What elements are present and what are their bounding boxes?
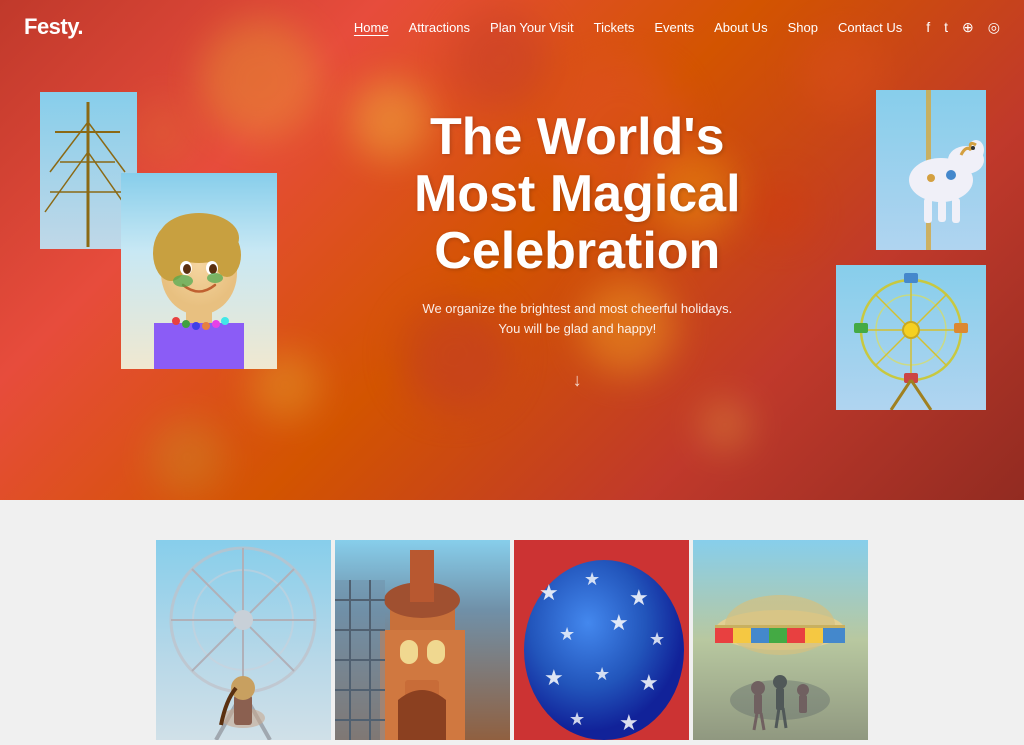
carousel-horse-photo: [876, 90, 986, 250]
svg-text:★: ★: [639, 670, 659, 695]
site-logo[interactable]: Festy.: [24, 14, 83, 40]
scroll-down-arrow[interactable]: ↓: [414, 370, 741, 391]
nav-about-us[interactable]: About Us: [714, 20, 767, 35]
nav-shop[interactable]: Shop: [788, 20, 818, 35]
svg-text:★: ★: [594, 664, 610, 684]
social-icons: f t ⊕ ◎: [926, 19, 1000, 36]
pinterest-icon[interactable]: ⊕: [962, 19, 974, 36]
gallery-item-3[interactable]: ★ ★ ★ ★ ★ ★ ★ ★ ★ ★ ★: [514, 540, 689, 740]
svg-text:★: ★: [569, 709, 585, 729]
main-nav: Home Attractions Plan Your Visit Tickets…: [354, 20, 902, 35]
twitter-icon[interactable]: t: [944, 19, 948, 35]
gallery-item-1[interactable]: [156, 540, 331, 740]
hero-subtitle: We organize the brightest and most cheer…: [414, 298, 741, 340]
nav-home[interactable]: Home: [354, 20, 389, 35]
instagram-icon[interactable]: ◎: [988, 19, 1000, 36]
nav-plan-your-visit[interactable]: Plan Your Visit: [490, 20, 574, 35]
gallery-section: ★ ★ ★ ★ ★ ★ ★ ★ ★ ★ ★: [0, 500, 1024, 745]
svg-text:★: ★: [629, 585, 649, 610]
site-header: Festy. Home Attractions Plan Your Visit …: [0, 0, 1024, 54]
svg-text:★: ★: [539, 580, 559, 605]
svg-text:★: ★: [544, 665, 564, 690]
facebook-icon[interactable]: f: [926, 19, 930, 35]
nav-contact-us[interactable]: Contact Us: [838, 20, 902, 35]
nav-attractions[interactable]: Attractions: [409, 20, 470, 35]
svg-text:★: ★: [559, 624, 575, 644]
hero-title: The World'sMost MagicalCelebration: [414, 109, 741, 281]
gallery-item-4[interactable]: [693, 540, 868, 740]
nav-tickets[interactable]: Tickets: [594, 20, 635, 35]
svg-text:★: ★: [609, 610, 629, 635]
child-photo: [121, 173, 277, 369]
gallery-item-2[interactable]: [335, 540, 510, 740]
nav-events[interactable]: Events: [654, 20, 694, 35]
hero-section: Festy. Home Attractions Plan Your Visit …: [0, 0, 1024, 500]
svg-text:★: ★: [649, 629, 665, 649]
ferris-wheel-photo: [836, 265, 986, 410]
svg-text:★: ★: [584, 569, 600, 589]
hero-content: The World'sMost MagicalCelebration We or…: [414, 109, 741, 391]
svg-text:★: ★: [619, 710, 639, 735]
